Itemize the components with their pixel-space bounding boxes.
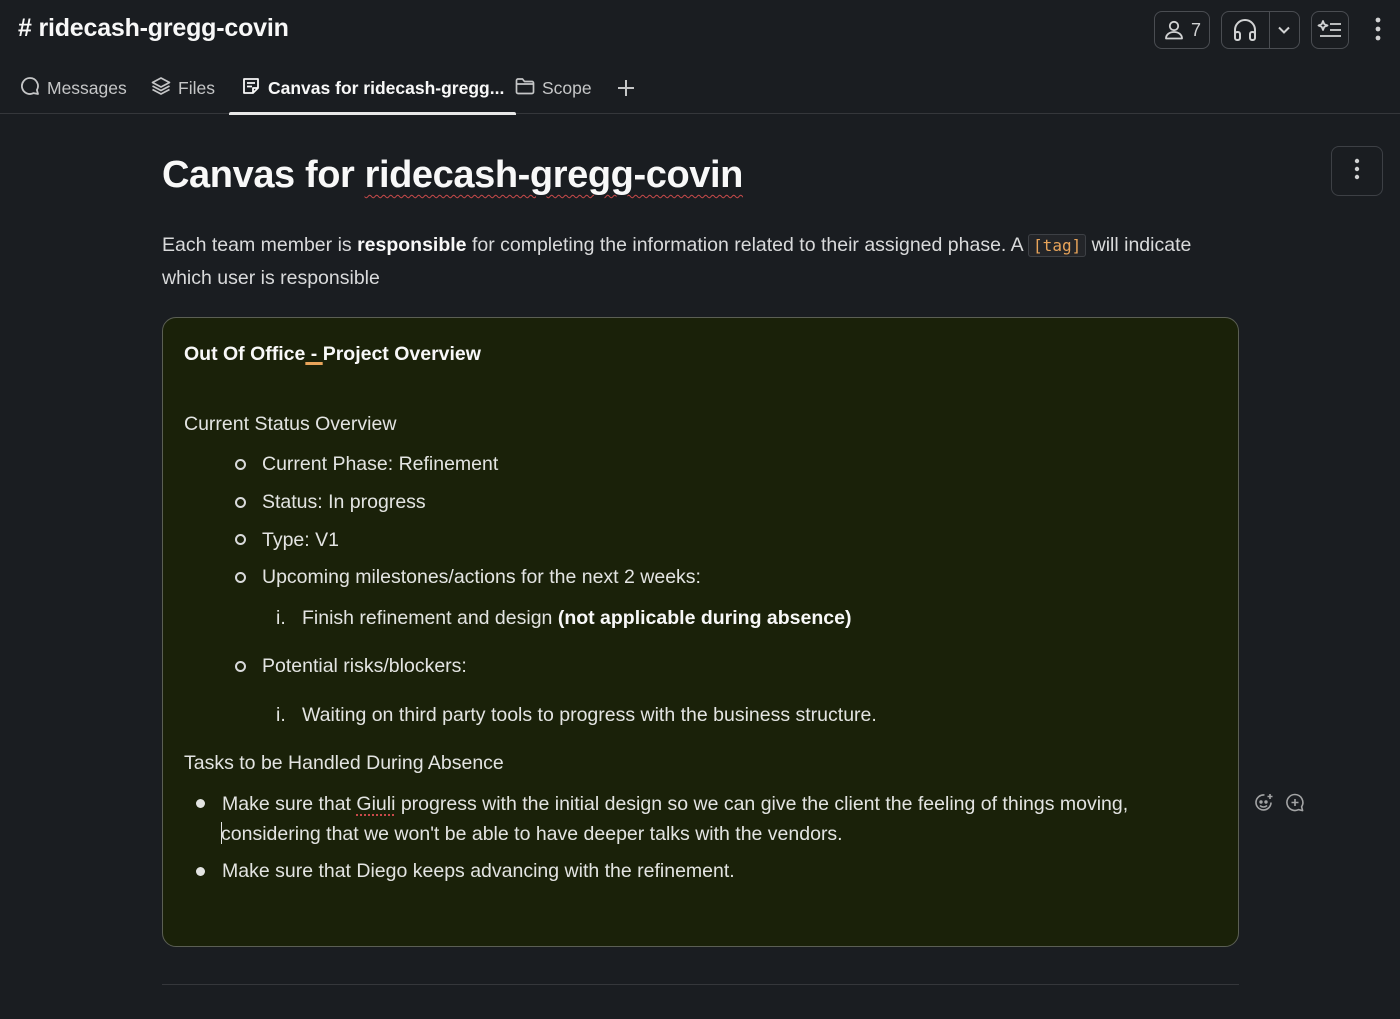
section-current-status: Current Status Overview — [184, 413, 397, 435]
circle-bullet — [235, 534, 246, 545]
member-count: 7 — [1190, 19, 1201, 40]
project-overview-callout[interactable]: Out Of Office - Project Overview Current… — [162, 317, 1239, 947]
list-item: Waiting on third party tools to progress… — [302, 704, 877, 726]
item-text: progress with the initial design so we c… — [395, 793, 1129, 815]
channel-header: # ridecash-gregg-covin 7 — [0, 0, 1400, 62]
kebab-vertical-icon — [1354, 158, 1360, 185]
add-comment-icon[interactable] — [1284, 792, 1306, 819]
line-actions — [1253, 792, 1306, 819]
title-channel-name: ridecash-gregg-covin — [364, 154, 744, 196]
intro-text: which user is responsible — [162, 267, 380, 289]
heading-part: Out Of Office — [184, 343, 306, 365]
headphones-icon — [1232, 18, 1258, 42]
channel-more-button[interactable] — [1366, 17, 1390, 45]
person-icon — [1163, 19, 1185, 41]
heading-part: Project Overview — [322, 343, 481, 365]
list-number: i. — [276, 607, 286, 629]
intro-paragraph[interactable]: Each team member is responsible for comp… — [162, 229, 1242, 294]
list-number: i. — [276, 704, 286, 726]
list-item-continuation: considering that we won't be able to hav… — [221, 822, 843, 846]
channel-tabs: Messages Files Canvas for ridecash-gregg… — [0, 62, 1400, 115]
list-item: Potential risks/blockers: — [262, 655, 467, 677]
intro-text: for completing the information related t… — [466, 234, 1029, 256]
content-divider — [162, 984, 1239, 985]
tab-label: Files — [178, 77, 215, 98]
dot-bullet — [196, 799, 205, 808]
tab-label: Canvas for ridecash-gregg... — [268, 77, 505, 98]
tab-label: Scope — [542, 77, 592, 98]
intro-bold: responsible — [357, 234, 467, 256]
intro-text: Each team member is — [162, 234, 358, 256]
list-item: Finish refinement and design (not applic… — [302, 607, 851, 630]
canvas-icon — [241, 76, 261, 101]
add-reaction-icon[interactable] — [1253, 792, 1275, 819]
item-text: Make sure that — [222, 793, 357, 815]
add-tab-button[interactable] — [614, 76, 638, 100]
canvas-title[interactable]: Canvas for ridecash-gregg-covin — [162, 154, 743, 197]
item-text: considering that we won't be able to hav… — [221, 823, 843, 845]
section-tasks-absence: Tasks to be Handled During Absence — [184, 752, 504, 774]
circle-bullet — [235, 459, 246, 470]
layers-icon — [151, 76, 171, 101]
members-button[interactable]: 7 — [1154, 11, 1210, 49]
huddle-button[interactable] — [1222, 12, 1270, 48]
folder-icon — [515, 77, 535, 100]
dot-bullet — [196, 867, 205, 876]
list-item: Current Phase: Refinement — [262, 453, 499, 475]
canvas-more-button[interactable] — [1331, 146, 1383, 196]
list-item: Make sure that Giuli progress with the i… — [222, 793, 1128, 816]
intro-text: will indicate — [1086, 234, 1192, 256]
callout-heading: Out Of Office - Project Overview — [184, 343, 481, 366]
tab-canvas[interactable]: Canvas for ridecash-gregg... — [228, 62, 517, 115]
plus-icon — [614, 80, 638, 104]
huddle-button-group — [1221, 11, 1300, 49]
item-text: Finish refinement and design — [302, 607, 558, 629]
circle-bullet — [235, 572, 246, 583]
huddle-options-button[interactable] — [1270, 12, 1299, 48]
channel-title[interactable]: # ridecash-gregg-covin — [18, 14, 289, 43]
ai-summary-button[interactable] — [1311, 11, 1349, 49]
kebab-vertical-icon — [1375, 17, 1381, 46]
circle-bullet — [235, 661, 246, 672]
list-item: Type: V1 — [262, 529, 339, 551]
tab-messages[interactable]: Messages — [20, 62, 127, 114]
item-bold-text: (not applicable during absence) — [557, 607, 852, 629]
list-item: Make sure that Diego keeps advancing wit… — [222, 860, 735, 882]
sparkle-list-icon — [1317, 19, 1343, 41]
chat-bubble-icon — [20, 76, 40, 101]
chevron-down-icon — [1277, 25, 1291, 35]
list-item: Upcoming milestones/actions for the next… — [262, 566, 701, 588]
inline-code-tag: [tag] — [1028, 234, 1087, 257]
list-item: Status: In progress — [262, 491, 426, 513]
heading-dash: - — [305, 343, 323, 365]
item-name: Giuli — [356, 793, 396, 815]
tab-files[interactable]: Files — [151, 62, 215, 114]
title-prefix: Canvas for — [162, 154, 365, 196]
circle-bullet — [235, 497, 246, 508]
tab-scope[interactable]: Scope — [515, 62, 592, 114]
tab-label: Messages — [47, 77, 127, 98]
